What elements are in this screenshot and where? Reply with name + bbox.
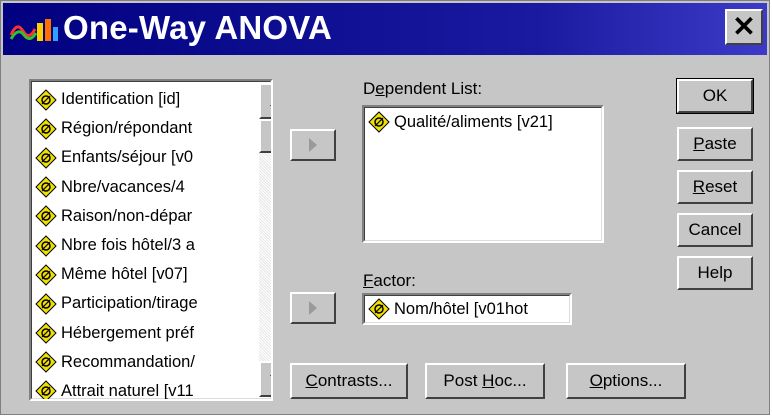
scroll-thumb[interactable] — [259, 119, 271, 153]
options-button-label: Options... — [590, 371, 663, 391]
source-variable-list[interactable]: Identification [id] Région/répondant Enfan… — [29, 79, 273, 401]
ok-button[interactable]: OK — [676, 78, 754, 114]
variable-list-item[interactable]: Identification [id] — [35, 85, 235, 114]
nominal-variable-icon — [35, 205, 57, 228]
nominal-variable-icon — [35, 88, 57, 111]
variable-label: Nbre fois hôtel/3 a — [61, 236, 195, 255]
factor-label: Factor: — [363, 271, 416, 291]
scroll-up-button[interactable] — [259, 83, 271, 119]
reset-button[interactable]: Reset — [677, 170, 753, 204]
nominal-variable-icon — [35, 380, 57, 399]
down-arrow-icon — [270, 374, 271, 384]
variable-list-scrollbar[interactable] — [259, 83, 271, 397]
variable-label: Hébergement préf — [61, 323, 194, 342]
variable-label: Attrait naturel [v11 — [61, 381, 194, 400]
paste-button-label: Paste — [693, 134, 736, 154]
variable-list-item[interactable]: Participation/tirage — [35, 289, 235, 318]
factor-field[interactable]: Nom/hôtel [v01hot — [362, 293, 572, 325]
post-hoc-button-label: Post Hoc... — [443, 371, 526, 391]
variable-list-item[interactable]: Même hôtel [v07] — [35, 260, 235, 289]
variable-list-item[interactable]: Raison/non-dépar — [35, 202, 235, 231]
nominal-variable-icon — [35, 118, 57, 140]
options-label-rest: ptions... — [602, 371, 663, 390]
options-mnemonic: O — [589, 371, 603, 390]
up-arrow-icon — [270, 96, 271, 106]
variable-label: Enfants/séjour [v0 — [61, 148, 194, 167]
nominal-variable-icon — [35, 176, 57, 198]
dependent-label-part: D — [363, 79, 376, 98]
nominal-variable-icon — [35, 264, 57, 286]
paste-mnemonic: P — [693, 134, 705, 153]
spss-app-icon — [9, 19, 58, 41]
cancel-button-label: Cancel — [688, 220, 742, 239]
nominal-variable-icon — [35, 234, 57, 257]
variable-label: Nbre/vacances/4 — [61, 177, 185, 196]
contrasts-button-label: Contrasts... — [306, 371, 393, 391]
variable-items: Identification [id] Région/répondant Enfan… — [35, 85, 235, 400]
contrasts-button[interactable]: Contrasts... — [290, 363, 408, 399]
one-way-anova-dialog: One-Way ANOVA ✕ Identification [id] Régio… — [0, 0, 770, 415]
post-hoc-button[interactable]: Post Hoc... — [425, 363, 545, 399]
close-button[interactable]: ✕ — [725, 9, 763, 45]
nominal-variable-icon — [368, 111, 390, 133]
help-button-label: Help — [697, 263, 733, 282]
nominal-variable-icon — [35, 322, 57, 344]
variable-list-item[interactable]: Nbre fois hôtel/3 a — [35, 231, 235, 260]
contrasts-mnemonic: C — [305, 371, 318, 390]
factor-label-part: actor: — [373, 271, 416, 290]
factor-value: Nom/hôtel [v01hot — [394, 299, 528, 318]
window-title: One-Way ANOVA — [63, 9, 333, 46]
right-arrow-icon — [309, 138, 317, 152]
variable-label: Participation/tirage — [61, 294, 198, 313]
paste-label-rest: aste — [704, 134, 737, 153]
reset-button-label: Reset — [693, 177, 737, 197]
dependent-label-part: pendent List: — [384, 79, 483, 98]
dependent-label-mnemonic: e — [375, 79, 385, 98]
move-to-dependent-button[interactable] — [290, 129, 336, 161]
dependent-item-label: Qualité/aliments [v21] — [394, 112, 553, 131]
contrasts-label-rest: ontrasts... — [317, 371, 393, 390]
variable-list-item[interactable]: Enfants/séjour [v0 — [35, 143, 235, 172]
close-icon: ✕ — [732, 11, 756, 42]
variable-list-item[interactable]: Région/répondant — [35, 114, 235, 143]
dependent-list[interactable]: Qualité/aliments [v21] — [362, 105, 604, 243]
reset-mnemonic: R — [692, 177, 706, 196]
variable-list-item[interactable]: Attrait naturel [v11 — [35, 377, 235, 400]
nominal-variable-icon — [35, 351, 57, 373]
options-button[interactable]: Options... — [566, 363, 686, 399]
variable-list-item[interactable]: Recommandation/ — [35, 348, 235, 377]
post-hoc-mnemonic: H — [482, 371, 495, 390]
nominal-variable-icon — [35, 293, 57, 315]
right-arrow-icon — [309, 301, 317, 315]
dependent-list-item[interactable]: Qualité/aliments [v21] — [368, 111, 553, 133]
variable-label: Recommandation/ — [61, 352, 195, 371]
variable-label: Région/répondant — [61, 119, 193, 138]
cancel-button[interactable]: Cancel — [677, 213, 753, 247]
paste-button[interactable]: Paste — [677, 127, 753, 161]
variable-label: Identification [id] — [61, 90, 181, 109]
move-to-factor-button[interactable] — [290, 292, 336, 324]
title-bar[interactable]: One-Way ANOVA ✕ — [3, 3, 767, 55]
scroll-down-button[interactable] — [259, 361, 271, 397]
post-hoc-label-pre: Post — [443, 371, 483, 390]
nominal-variable-icon — [35, 147, 57, 169]
nominal-variable-icon — [368, 298, 390, 320]
variable-list-item[interactable]: Nbre/vacances/4 — [35, 173, 235, 202]
ok-button-label: OK — [702, 86, 728, 105]
factor-item[interactable]: Nom/hôtel [v01hot — [368, 298, 528, 320]
help-button[interactable]: Help — [677, 256, 753, 290]
factor-label-mnemonic: F — [363, 271, 374, 290]
variable-label: Raison/non-dépar — [61, 206, 193, 225]
variable-list-item[interactable]: Hébergement préf — [35, 319, 235, 348]
reset-label-rest: eset — [705, 177, 738, 196]
variable-label: Même hôtel [v07] — [61, 265, 188, 284]
post-hoc-label-rest: oc... — [494, 371, 527, 390]
dependent-list-label: Dependent List: — [363, 79, 482, 99]
